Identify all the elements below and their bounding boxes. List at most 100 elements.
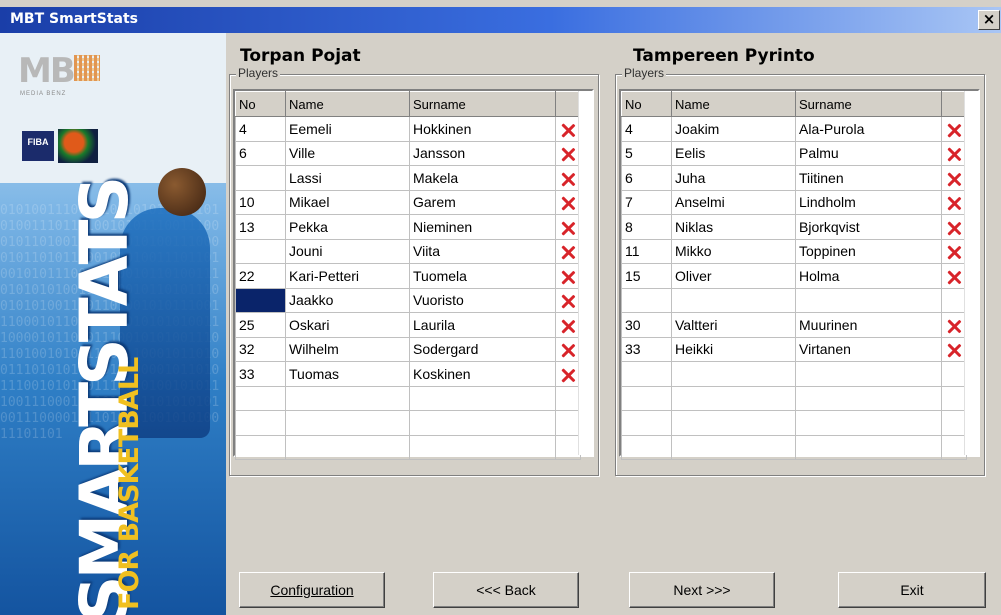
player-name-cell[interactable]: Valtteri	[671, 312, 796, 338]
player-no-cell[interactable]: 33	[621, 336, 672, 362]
delete-cell[interactable]	[555, 263, 581, 289]
player-surname-cell[interactable]: Garem	[409, 189, 556, 215]
delete-cell[interactable]	[941, 214, 967, 240]
player-name-cell[interactable]: Kari-Petteri	[285, 263, 410, 289]
column-header-name[interactable]: Name	[671, 91, 796, 117]
player-row[interactable]: 11 Mikko Toppinen	[621, 238, 967, 264]
player-no-cell[interactable]: 13	[235, 214, 286, 240]
player-surname-cell[interactable]: Tiitinen	[795, 165, 942, 191]
player-surname-cell[interactable]: Laurila	[409, 312, 556, 338]
player-no-cell[interactable]	[235, 238, 286, 264]
player-no-cell[interactable]	[235, 434, 286, 460]
delete-cell[interactable]	[555, 140, 581, 166]
delete-cell[interactable]	[941, 263, 967, 289]
player-name-cell[interactable]: Lassi	[285, 165, 410, 191]
player-row[interactable]: 5 Eelis Palmu	[621, 140, 967, 166]
column-header-delete[interactable]	[941, 91, 967, 117]
player-no-cell[interactable]: 33	[235, 361, 286, 387]
player-no-cell[interactable]: 10	[235, 189, 286, 215]
delete-cell[interactable]	[555, 165, 581, 191]
player-name-cell[interactable]: Niklas	[671, 214, 796, 240]
player-surname-cell[interactable]: Virtanen	[795, 336, 942, 362]
away-grid-scrollbar[interactable]	[964, 91, 978, 455]
delete-x-icon[interactable]	[947, 147, 961, 161]
player-surname-cell[interactable]: Viita	[409, 238, 556, 264]
player-no-cell[interactable]	[621, 287, 672, 313]
delete-x-icon[interactable]	[947, 319, 961, 333]
delete-cell[interactable]	[555, 214, 581, 240]
player-no-cell[interactable]	[621, 434, 672, 460]
player-row[interactable]: 8 Niklas Bjorkqvist	[621, 214, 967, 240]
player-no-cell[interactable]	[235, 385, 286, 411]
player-row[interactable]: 30 Valtteri Muurinen	[621, 312, 967, 338]
delete-cell[interactable]	[555, 238, 581, 264]
player-surname-cell[interactable]	[795, 361, 942, 387]
player-name-cell[interactable]	[671, 385, 796, 411]
home-players-grid[interactable]: No Name Surname 4 Eemeli Hokkinen 6 Ville Jan…	[233, 89, 594, 460]
delete-cell[interactable]	[941, 312, 967, 338]
player-row[interactable]: Jaakko Vuoristo	[235, 287, 581, 313]
player-row[interactable]: Jouni Viita	[235, 238, 581, 264]
player-surname-cell[interactable]: Holma	[795, 263, 942, 289]
player-row[interactable]: 13 Pekka Nieminen	[235, 214, 581, 240]
player-surname-cell[interactable]: Vuoristo	[409, 287, 556, 313]
delete-x-icon[interactable]	[561, 221, 575, 235]
delete-x-icon[interactable]	[561, 123, 575, 137]
player-surname-cell[interactable]	[409, 385, 556, 411]
player-no-cell[interactable]: 30	[621, 312, 672, 338]
player-name-cell[interactable]: Mikael	[285, 189, 410, 215]
delete-cell[interactable]	[555, 287, 581, 313]
player-surname-cell[interactable]: Toppinen	[795, 238, 942, 264]
player-row[interactable]: 4 Joakim Ala-Purola	[621, 116, 967, 142]
player-surname-cell[interactable]: Sodergard	[409, 336, 556, 362]
player-name-cell[interactable]	[671, 361, 796, 387]
player-surname-cell[interactable]	[795, 434, 942, 460]
player-surname-cell[interactable]: Muurinen	[795, 312, 942, 338]
player-no-cell[interactable]	[621, 361, 672, 387]
player-name-cell[interactable]: Anselmi	[671, 189, 796, 215]
player-row[interactable]	[621, 434, 967, 460]
player-row[interactable]: 6 Ville Jansson	[235, 140, 581, 166]
player-name-cell[interactable]: Heikki	[671, 336, 796, 362]
delete-x-icon[interactable]	[561, 270, 575, 284]
player-no-cell[interactable]: 5	[621, 140, 672, 166]
delete-cell[interactable]	[941, 238, 967, 264]
delete-cell[interactable]	[555, 116, 581, 142]
player-row[interactable]: 33 Heikki Virtanen	[621, 336, 967, 362]
delete-x-icon[interactable]	[561, 368, 575, 382]
player-row[interactable]	[235, 434, 581, 460]
player-row[interactable]: Lassi Makela	[235, 165, 581, 191]
player-name-cell[interactable]: Oliver	[671, 263, 796, 289]
player-no-cell[interactable]: 32	[235, 336, 286, 362]
player-name-cell[interactable]: Juha	[671, 165, 796, 191]
player-name-cell[interactable]: Eemeli	[285, 116, 410, 142]
player-no-cell[interactable]: 4	[621, 116, 672, 142]
player-row[interactable]: 10 Mikael Garem	[235, 189, 581, 215]
delete-cell[interactable]	[555, 312, 581, 338]
player-no-cell[interactable]	[235, 410, 286, 436]
player-row[interactable]: 6 Juha Tiitinen	[621, 165, 967, 191]
player-surname-cell[interactable]: Palmu	[795, 140, 942, 166]
column-header-surname[interactable]: Surname	[409, 91, 556, 117]
delete-x-icon[interactable]	[947, 270, 961, 284]
player-row[interactable]: 4 Eemeli Hokkinen	[235, 116, 581, 142]
player-no-cell[interactable]	[621, 410, 672, 436]
player-surname-cell[interactable]	[795, 287, 942, 313]
delete-x-icon[interactable]	[561, 147, 575, 161]
column-header-name[interactable]: Name	[285, 91, 410, 117]
away-players-grid[interactable]: No Name Surname 4 Joakim Ala-Purola 5 Eelis P…	[619, 89, 980, 460]
delete-x-icon[interactable]	[947, 221, 961, 235]
player-row[interactable]: 25 Oskari Laurila	[235, 312, 581, 338]
delete-x-icon[interactable]	[947, 172, 961, 186]
delete-x-icon[interactable]	[561, 172, 575, 186]
delete-x-icon[interactable]	[561, 343, 575, 357]
player-row[interactable]: 7 Anselmi Lindholm	[621, 189, 967, 215]
delete-x-icon[interactable]	[947, 245, 961, 259]
delete-x-icon[interactable]	[561, 245, 575, 259]
player-row[interactable]: 33 Tuomas Koskinen	[235, 361, 581, 387]
player-surname-cell[interactable]: Tuomela	[409, 263, 556, 289]
player-surname-cell[interactable]: Ala-Purola	[795, 116, 942, 142]
player-row[interactable]: 32 Wilhelm Sodergard	[235, 336, 581, 362]
column-header-no[interactable]: No	[621, 91, 672, 117]
delete-cell[interactable]	[941, 336, 967, 362]
